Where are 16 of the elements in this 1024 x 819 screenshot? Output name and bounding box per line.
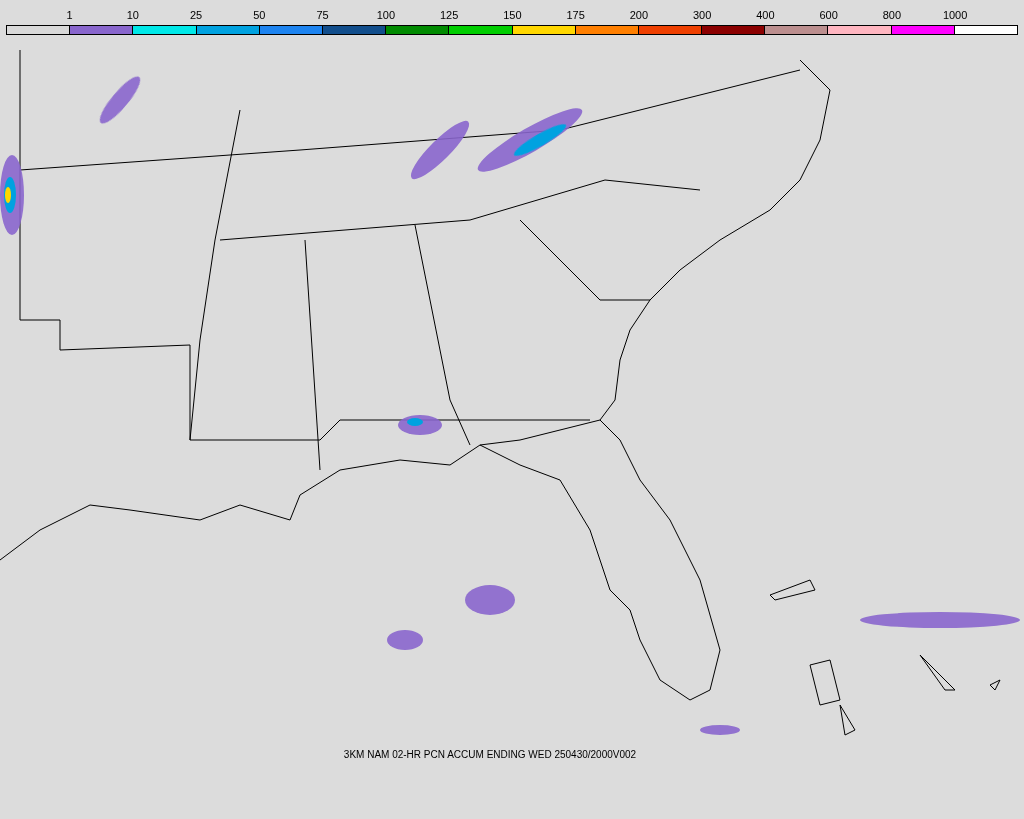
legend-label: 175 (566, 9, 585, 23)
legend-label: 100 (376, 9, 396, 23)
legend-label: 400 (756, 9, 775, 23)
legend-label: 600 (819, 9, 838, 23)
map-caption: 3KM NAM 02-HR PCN ACCUM ENDING WED 250430/2000V002 (343, 748, 637, 762)
legend-label: 125 (439, 9, 459, 23)
legend-label: 800 (882, 9, 902, 23)
legend-label: 1 (66, 9, 73, 23)
legend-label: 150 (503, 9, 522, 23)
legend-label: 1000 (942, 9, 968, 23)
legend-label: 10 (126, 9, 139, 23)
legend-label: 200 (629, 9, 649, 23)
legend-label: 75 (316, 9, 329, 23)
legend-label: 25 (190, 9, 203, 23)
legend-label: 50 (253, 9, 266, 23)
legend-label: 300 (692, 9, 712, 23)
